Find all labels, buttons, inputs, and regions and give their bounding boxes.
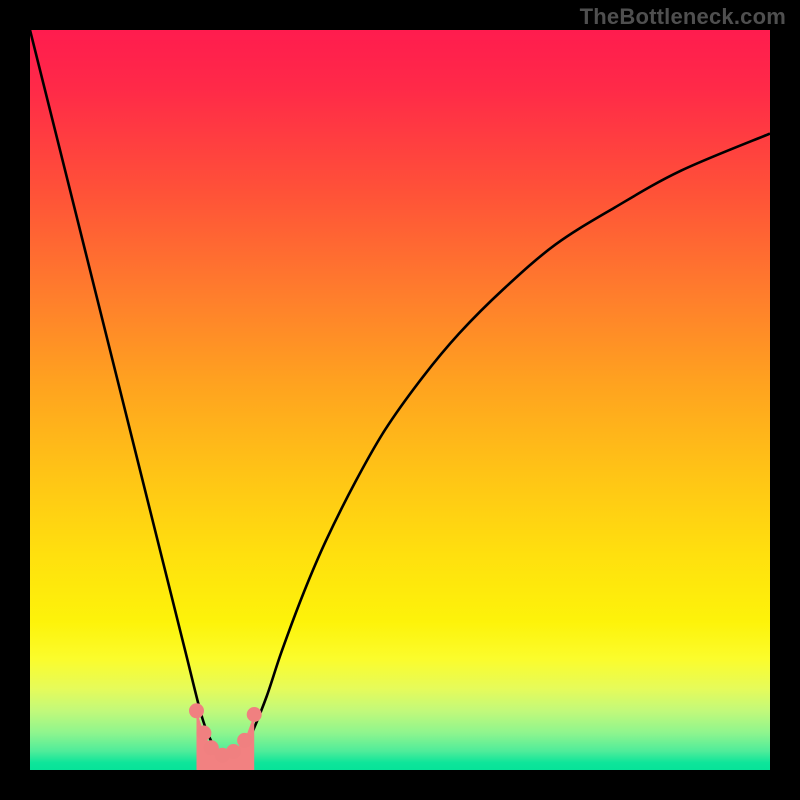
chart-outer-frame: TheBottleneck.com [0, 0, 800, 800]
watermark-text: TheBottleneck.com [580, 4, 786, 30]
plot-area [30, 30, 770, 770]
marker-dot [237, 733, 252, 748]
marker-dot [196, 726, 211, 741]
marker-dot [226, 744, 241, 759]
curve-layer [30, 30, 770, 770]
bottleneck-curve [30, 30, 770, 756]
marker-dot [189, 703, 204, 718]
marker-dot [247, 707, 262, 722]
